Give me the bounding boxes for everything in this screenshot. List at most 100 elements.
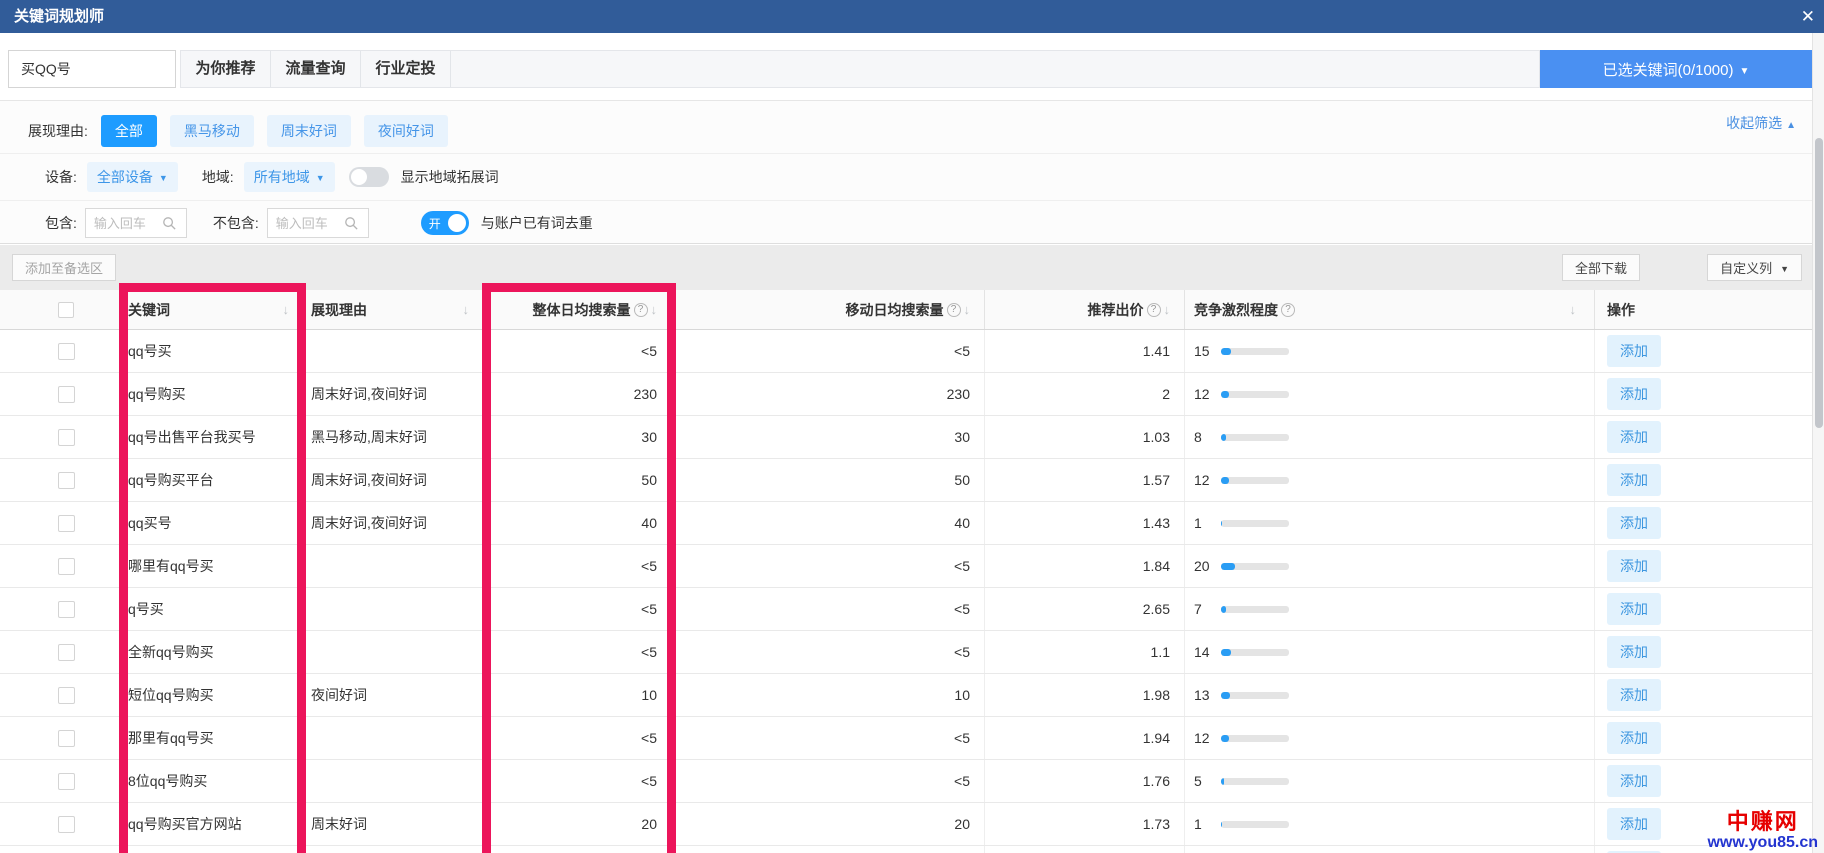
- row-checkbox[interactable]: [58, 515, 75, 532]
- mobile-volume-cell: <5: [672, 760, 985, 802]
- sort-down-icon[interactable]: ↓: [463, 302, 470, 317]
- header-reason[interactable]: 展现理由 ↓: [305, 290, 485, 329]
- sort-down-icon[interactable]: ↓: [283, 302, 290, 317]
- reason-chip[interactable]: 夜间好词: [364, 115, 448, 147]
- overall-volume-cell: 50: [485, 459, 672, 501]
- row-checkbox-cell: [0, 631, 120, 673]
- competition-bar-fill: [1221, 778, 1224, 785]
- row-checkbox[interactable]: [58, 429, 75, 446]
- help-icon[interactable]: ?: [1147, 303, 1161, 317]
- overall-volume-value: 20: [641, 816, 657, 832]
- dedupe-toggle[interactable]: 开: [421, 211, 469, 235]
- competition-bar: [1221, 391, 1289, 398]
- row-checkbox[interactable]: [58, 386, 75, 403]
- actions-cell: 添加: [1595, 674, 1812, 716]
- competition-bar: [1221, 778, 1289, 785]
- device-select[interactable]: 全部设备▼: [87, 162, 178, 192]
- add-keyword-button[interactable]: 添加: [1607, 335, 1661, 367]
- header-keyword-label: 关键词: [128, 300, 170, 320]
- device-value: 全部设备: [97, 169, 153, 185]
- header-overall-volume[interactable]: 整体日均搜索量 ? ↓: [485, 290, 672, 329]
- row-checkbox[interactable]: [58, 773, 75, 790]
- header-competition[interactable]: 竞争激烈程度 ? ↓: [1185, 290, 1595, 329]
- keyword-text: qq号买: [128, 341, 172, 361]
- row-checkbox-cell: [0, 846, 120, 853]
- table-row: 那里有qq号买<5<51.9412添加: [0, 717, 1812, 760]
- row-checkbox[interactable]: [58, 472, 75, 489]
- sort-down-icon[interactable]: ↓: [964, 302, 971, 317]
- mobile-volume-cell: <5: [672, 631, 985, 673]
- row-checkbox[interactable]: [58, 687, 75, 704]
- exclude-input-box[interactable]: [267, 208, 369, 238]
- row-checkbox-cell: [0, 373, 120, 415]
- help-icon[interactable]: ?: [947, 303, 961, 317]
- row-checkbox[interactable]: [58, 343, 75, 360]
- header-keyword[interactable]: 关键词 ↓: [120, 290, 305, 329]
- header-mobile-volume-label: 移动日均搜索量: [846, 300, 944, 320]
- exclude-input[interactable]: [268, 215, 344, 232]
- keyword-cell: qq号购买官方网站: [120, 803, 305, 845]
- search-input[interactable]: [9, 61, 202, 77]
- tab-2[interactable]: 流量查询: [271, 51, 361, 87]
- row-checkbox[interactable]: [58, 644, 75, 661]
- download-all-button[interactable]: 全部下载: [1562, 254, 1640, 281]
- add-keyword-button[interactable]: 添加: [1607, 593, 1661, 625]
- competition-bar-fill: [1221, 434, 1226, 441]
- row-checkbox[interactable]: [58, 816, 75, 833]
- close-icon[interactable]: ✕: [1801, 0, 1815, 33]
- row-checkbox[interactable]: [58, 558, 75, 575]
- select-all-checkbox[interactable]: [58, 302, 74, 318]
- tab-3[interactable]: 行业定投: [361, 51, 451, 87]
- header-suggested-bid[interactable]: 推荐出价 ? ↓: [985, 290, 1185, 329]
- add-keyword-button[interactable]: 添加: [1607, 507, 1661, 539]
- competition-value: 12: [1194, 730, 1221, 746]
- keyword-search-box[interactable]: [8, 50, 176, 88]
- selected-keywords-button[interactable]: 已选关键词(0/1000)▼: [1540, 50, 1812, 88]
- add-keyword-button[interactable]: 添加: [1607, 550, 1661, 582]
- add-keyword-button[interactable]: 添加: [1607, 378, 1661, 410]
- reason-cell: [305, 545, 485, 587]
- include-input[interactable]: [86, 215, 162, 232]
- add-keyword-button[interactable]: 添加: [1607, 636, 1661, 668]
- row-checkbox[interactable]: [58, 730, 75, 747]
- suggested-bid-value: 1.73: [1143, 816, 1170, 832]
- reason-chip[interactable]: 黑马移动: [170, 115, 254, 147]
- add-keyword-button[interactable]: 添加: [1607, 808, 1661, 840]
- include-input-box[interactable]: [85, 208, 187, 238]
- reason-chip[interactable]: 周末好词: [267, 115, 351, 147]
- competition-value: 1: [1194, 816, 1221, 832]
- suggested-bid-cell: 1.57: [985, 459, 1185, 501]
- keyword-cell: qq号买: [120, 330, 305, 372]
- competition-bar: [1221, 692, 1289, 699]
- reason-cell: 周末好词,夜间好词: [305, 459, 485, 501]
- overall-volume-value: <5: [641, 343, 657, 359]
- competition-bar: [1221, 649, 1289, 656]
- sort-down-icon[interactable]: ↓: [1570, 302, 1577, 317]
- collapse-filters-link[interactable]: 收起筛选▲: [1726, 113, 1796, 133]
- scrollbar-thumb[interactable]: [1815, 138, 1823, 428]
- region-select[interactable]: 所有地域▼: [244, 162, 335, 192]
- region-expand-toggle[interactable]: [349, 167, 389, 187]
- tab-1[interactable]: 为你推荐: [181, 51, 271, 87]
- competition-cell: 20: [1185, 545, 1595, 587]
- add-keyword-button[interactable]: 添加: [1607, 679, 1661, 711]
- help-icon[interactable]: ?: [634, 303, 648, 317]
- reason-chip[interactable]: 全部: [101, 115, 157, 147]
- custom-columns-button[interactable]: 自定义列▼: [1707, 254, 1802, 281]
- sort-down-icon[interactable]: ↓: [1164, 302, 1171, 317]
- header-overall-volume-label: 整体日均搜索量: [533, 300, 631, 320]
- mobile-volume-cell: <5: [672, 588, 985, 630]
- help-icon[interactable]: ?: [1281, 303, 1295, 317]
- suggested-bid-cell: 2.65: [985, 588, 1185, 630]
- add-keyword-button[interactable]: 添加: [1607, 421, 1661, 453]
- add-keyword-button[interactable]: 添加: [1607, 765, 1661, 797]
- header-mobile-volume[interactable]: 移动日均搜索量 ? ↓: [672, 290, 985, 329]
- suggested-bid-cell: 1.94: [985, 717, 1185, 759]
- add-keyword-button[interactable]: 添加: [1607, 464, 1661, 496]
- competition-cell: 5: [1185, 760, 1595, 802]
- add-keyword-button[interactable]: 添加: [1607, 722, 1661, 754]
- row-checkbox[interactable]: [58, 601, 75, 618]
- competition-value: 14: [1194, 644, 1221, 660]
- add-to-candidates-button[interactable]: 添加至备选区: [12, 254, 116, 281]
- sort-down-icon[interactable]: ↓: [651, 302, 658, 317]
